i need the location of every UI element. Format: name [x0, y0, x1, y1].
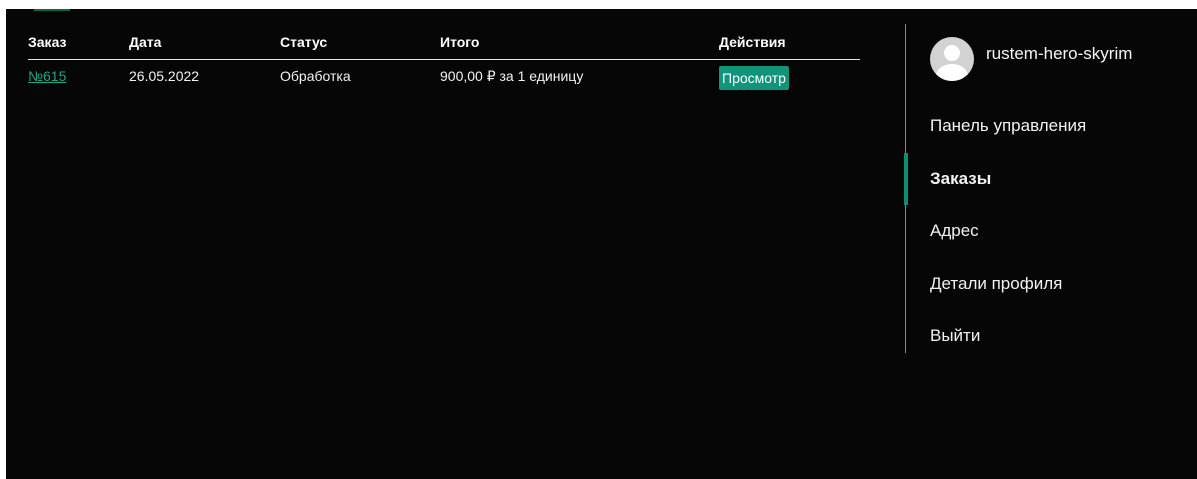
header-status: Статус [280, 34, 328, 50]
user-avatar-icon [930, 37, 974, 81]
header-actions: Действия [719, 34, 786, 50]
nav-dashboard[interactable]: Панель управления [906, 100, 1176, 152]
order-number-cell: №615 [28, 67, 66, 85]
view-order-button[interactable]: Просмотр [719, 66, 789, 90]
username: rustem-hero-skyrim [986, 44, 1133, 63]
order-date: 26.05.2022 [129, 68, 200, 84]
table-row: №615 26.05.2022 Обработка 900,00 ₽ за 1 … [28, 60, 860, 96]
nav-profile-details[interactable]: Детали профиля [906, 258, 1176, 310]
nav-dashboard-label: Панель управления [930, 116, 1087, 135]
account-navigation: rustem-hero-skyrim Панель управления Зак… [904, 24, 1186, 353]
table-header: Заказ Дата Статус Итого Действия [28, 33, 860, 60]
header-total: Итого [440, 34, 480, 50]
order-number-link[interactable]: №615 [28, 68, 66, 84]
account-panel: Заказ Дата Статус Итого Действия №615 26… [6, 9, 1197, 479]
user-info: rustem-hero-skyrim [930, 36, 1132, 82]
nav-address-label: Адрес [930, 221, 979, 240]
orders-table: Заказ Дата Статус Итого Действия №615 26… [28, 33, 860, 96]
nav-address[interactable]: Адрес [906, 205, 1176, 257]
active-indicator [904, 153, 908, 205]
header-order: Заказ [28, 34, 67, 50]
top-accent-line [34, 9, 70, 11]
nav-logout[interactable]: Выйти [906, 310, 1176, 362]
nav-orders-label: Заказы [930, 169, 992, 188]
order-total: 900,00 ₽ за 1 единицу [440, 68, 584, 84]
nav-logout-label: Выйти [930, 326, 981, 345]
nav-orders[interactable]: Заказы [904, 153, 1176, 205]
header-date: Дата [129, 34, 162, 50]
order-status: Обработка [280, 68, 351, 84]
nav-profile-details-label: Детали профиля [930, 274, 1063, 293]
